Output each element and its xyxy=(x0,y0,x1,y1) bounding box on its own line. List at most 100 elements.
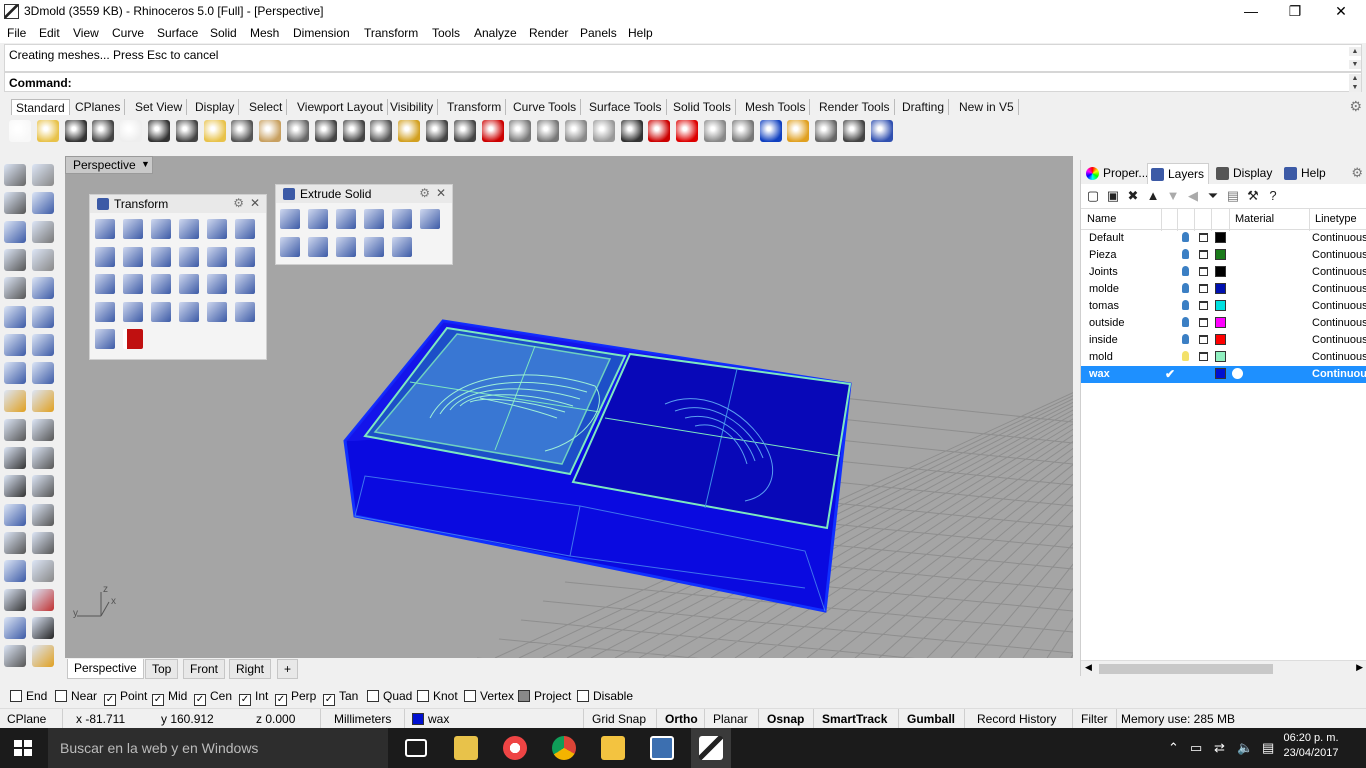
print-icon[interactable] xyxy=(92,120,115,142)
edge-surface-icon[interactable] xyxy=(32,305,54,328)
panel-gear-icon[interactable]: ⚙ xyxy=(419,186,430,200)
tab-standard[interactable]: Standard xyxy=(11,99,70,115)
snap-icon[interactable] xyxy=(537,120,560,142)
layer-color-swatch[interactable] xyxy=(1215,300,1226,311)
layers-horizontal-scrollbar[interactable]: ◀ ▶ xyxy=(1081,660,1366,676)
layer-color-swatch[interactable] xyxy=(1215,249,1226,260)
panel-tab-properties[interactable]: Proper... xyxy=(1083,163,1152,184)
lock-icon[interactable] xyxy=(1199,301,1208,310)
status-units[interactable]: Millimeters xyxy=(334,712,391,726)
offset-icon[interactable] xyxy=(4,277,26,300)
layer-linetype[interactable]: Continuous xyxy=(1312,334,1366,346)
chrome-icon[interactable] xyxy=(552,736,576,760)
copy-transform-icon[interactable] xyxy=(151,219,171,239)
zoom-window-icon[interactable] xyxy=(342,120,365,142)
osnap-cen[interactable]: ✓ Cen xyxy=(194,689,232,706)
menu-panels[interactable]: Panels xyxy=(580,26,617,40)
lock-icon[interactable] xyxy=(620,120,643,142)
layer-page-icon[interactable]: ▤ xyxy=(1225,188,1241,204)
visibility-bulb-icon[interactable] xyxy=(1182,232,1189,242)
open-icon[interactable] xyxy=(36,120,59,142)
curve-icon[interactable] xyxy=(32,192,54,215)
cage-icon[interactable] xyxy=(4,616,26,639)
osnap-mid[interactable]: ✓ Mid xyxy=(152,689,187,706)
osnap-checkbox[interactable] xyxy=(417,690,429,702)
osnap-near[interactable]: Near xyxy=(55,689,97,703)
array-transform-icon[interactable] xyxy=(207,219,227,239)
view-tab-perspective[interactable]: Perspective xyxy=(67,659,144,679)
grid-array-icon[interactable] xyxy=(4,588,26,611)
store-icon[interactable] xyxy=(650,736,674,760)
layer-linetype[interactable]: Continuous xyxy=(1312,266,1366,278)
new-icon[interactable] xyxy=(9,120,31,142)
blue-sphere-icon[interactable] xyxy=(759,120,782,142)
shade-icon[interactable] xyxy=(4,645,26,668)
smash-icon[interactable] xyxy=(95,301,115,322)
blend-icon[interactable] xyxy=(32,475,54,498)
layer-name[interactable]: Pieza xyxy=(1089,249,1117,261)
restore-button[interactable]: ❐ xyxy=(1272,0,1318,23)
extrude-panel-header[interactable]: Extrude Solid ⚙ ✕ xyxy=(276,185,452,203)
rotate-view-icon[interactable] xyxy=(426,120,448,142)
visibility-bulb-icon[interactable] xyxy=(1182,300,1189,310)
color-wheel-icon[interactable] xyxy=(676,120,699,142)
align-transform-icon[interactable] xyxy=(179,274,199,294)
lock-icon[interactable] xyxy=(1199,318,1208,327)
layer-row-tomas[interactable]: tomas Continuous xyxy=(1081,298,1366,315)
menu-surface[interactable]: Surface xyxy=(157,26,198,40)
osnap-tan[interactable]: ✓ Tan xyxy=(323,689,358,706)
flatten-icon[interactable] xyxy=(151,301,171,322)
join-icon[interactable] xyxy=(32,390,54,413)
visibility-bulb-icon[interactable] xyxy=(1182,317,1189,327)
ellipse-icon[interactable] xyxy=(32,220,54,243)
osnap-end[interactable]: End xyxy=(10,689,47,703)
point-icon[interactable] xyxy=(32,164,54,186)
panels-gear-icon[interactable]: ⚙ xyxy=(1351,165,1363,181)
extrude-fin-icon[interactable] xyxy=(364,237,384,257)
osnap-checkbox[interactable] xyxy=(367,690,379,702)
osnap-point[interactable]: ✓ Point xyxy=(104,689,147,706)
rendered-sphere-icon[interactable] xyxy=(731,120,754,142)
extrude-ribbon-icon[interactable] xyxy=(336,237,356,257)
osnap-checkbox[interactable]: ✓ xyxy=(323,694,335,706)
layer-linetype[interactable]: Continuous xyxy=(1312,351,1366,363)
shear-icon[interactable] xyxy=(179,246,199,267)
col-linetype[interactable]: Linetype xyxy=(1315,213,1357,225)
menu-view[interactable]: View xyxy=(73,26,99,40)
cut-icon[interactable] xyxy=(148,120,170,142)
flow-icon[interactable] xyxy=(207,246,227,267)
options-icon[interactable] xyxy=(843,120,865,142)
extrude-curve-icon[interactable] xyxy=(336,209,356,229)
rectangle-icon[interactable] xyxy=(32,248,54,271)
lock-icon[interactable] xyxy=(1199,267,1208,276)
layer-color-swatch[interactable] xyxy=(1215,232,1226,243)
box-icon[interactable] xyxy=(4,333,26,356)
cmd-scroll-down-icon[interactable]: ▼ xyxy=(1349,83,1361,92)
tab-visibility[interactable]: Visibility xyxy=(386,99,439,115)
visibility-bulb-icon[interactable] xyxy=(1182,266,1189,276)
move-layer-left-icon[interactable]: ◀ xyxy=(1185,188,1201,204)
twist-icon[interactable] xyxy=(123,246,143,267)
polyline-icon[interactable] xyxy=(4,192,26,215)
layer-linetype[interactable]: Continuous xyxy=(1312,232,1366,244)
rect-array-icon[interactable] xyxy=(95,274,115,294)
sphere-icon[interactable] xyxy=(32,333,54,356)
pan-icon[interactable] xyxy=(259,120,282,142)
layer-color-icon[interactable] xyxy=(648,120,671,142)
menu-analyze[interactable]: Analyze xyxy=(474,26,517,40)
tab-mesh-tools[interactable]: Mesh Tools xyxy=(741,99,811,115)
menu-help[interactable]: Help xyxy=(628,26,653,40)
layer-row-Default[interactable]: Default Continuous xyxy=(1081,230,1366,247)
menu-file[interactable]: File xyxy=(7,26,26,40)
lock-icon[interactable] xyxy=(1199,352,1208,361)
col-name[interactable]: Name xyxy=(1087,213,1116,225)
layer-name[interactable]: wax xyxy=(1089,368,1110,380)
layer-help-icon[interactable]: ? xyxy=(1265,188,1281,204)
select-icon[interactable] xyxy=(4,164,26,186)
tray-device-icon[interactable]: ▭ xyxy=(1190,740,1202,756)
layer-linetype[interactable]: Continuous xyxy=(1312,300,1366,312)
visibility-bulb-icon[interactable] xyxy=(1182,249,1189,259)
osnap-vertex[interactable]: Vertex xyxy=(464,689,514,703)
scroll-up-icon[interactable]: ▲ xyxy=(1349,47,1361,56)
visibility-bulb-icon[interactable] xyxy=(1182,283,1189,293)
